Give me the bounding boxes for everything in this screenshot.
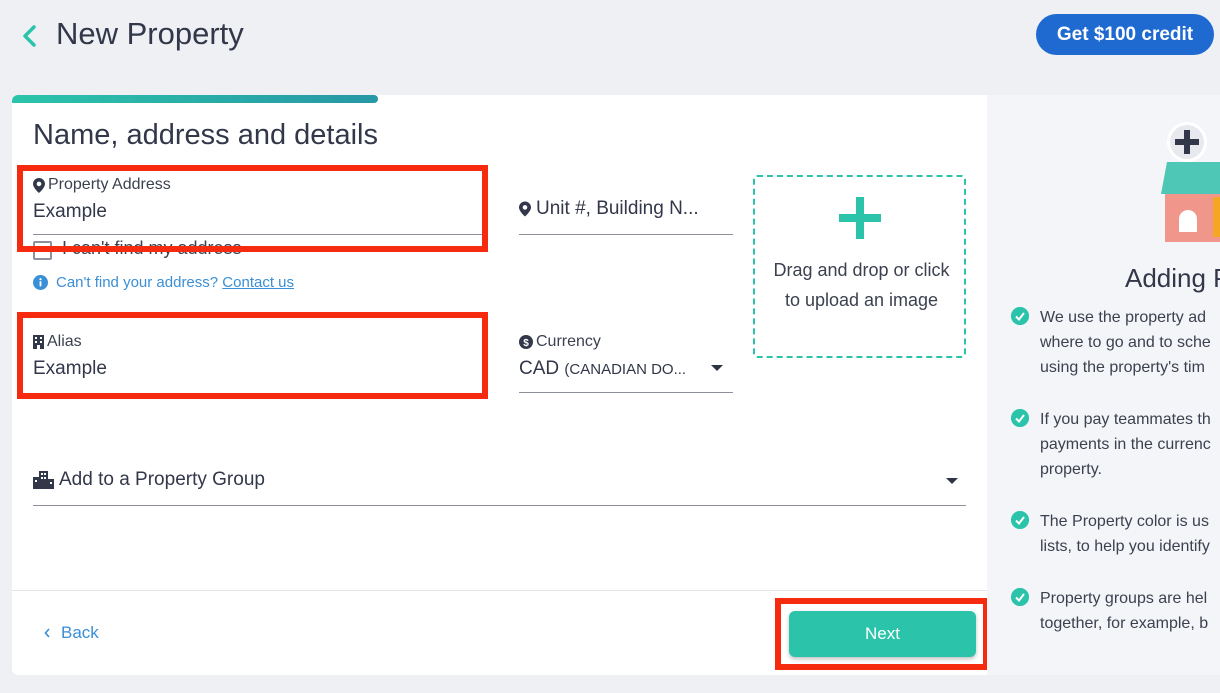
page-title: New Property	[56, 16, 244, 51]
currency-code: CAD	[519, 358, 560, 379]
property-group-caret-icon[interactable]	[946, 478, 958, 484]
highlight-next-button	[775, 598, 987, 670]
currency-select[interactable]: CAD (CANADIAN DO...	[519, 358, 686, 380]
tip-text: Property groups are hel together, for ex…	[1040, 590, 1209, 632]
highlight-property-address	[17, 165, 488, 252]
upload-instructions: Drag and drop or click to upload an imag…	[773, 260, 950, 310]
city-icon	[33, 471, 54, 489]
check-circle-icon	[1011, 307, 1029, 325]
currency-underline	[519, 392, 733, 393]
side-panel-title: Adding P	[1125, 263, 1220, 293]
plus-icon	[839, 197, 881, 239]
currency-label: $ Currency	[519, 333, 601, 351]
check-circle-icon	[1011, 511, 1029, 529]
help-text: Can't find your address? Contact us	[33, 274, 294, 291]
currency-dropdown-caret-icon[interactable]	[711, 365, 723, 371]
footer-divider	[12, 590, 987, 591]
unit-underline	[519, 234, 733, 235]
back-label: Back	[61, 623, 99, 642]
image-upload-dropzone[interactable]: Drag and drop or click to upload an imag…	[753, 175, 966, 358]
svg-text:$: $	[523, 338, 529, 349]
get-credit-button[interactable]: Get $100 credit	[1036, 14, 1214, 55]
tip-text: If you pay teammates th payments in the …	[1040, 411, 1211, 478]
back-button[interactable]: Back	[44, 623, 99, 643]
currency-name: (CANADIAN DO...	[564, 361, 687, 378]
help-question: Can't find your address?	[56, 274, 219, 291]
dollar-icon: $	[519, 335, 533, 349]
info-icon	[33, 275, 48, 290]
section-title: Name, address and details	[33, 119, 378, 151]
header: New Property Get $100 credit	[0, 0, 1220, 80]
chevron-left-icon	[44, 628, 50, 638]
unit-placeholder: Unit #, Building N...	[536, 198, 699, 219]
check-circle-icon	[1011, 409, 1029, 427]
check-circle-icon	[1011, 588, 1029, 606]
highlight-alias	[17, 312, 488, 399]
property-group-placeholder: Add to a Property Group	[59, 469, 265, 490]
property-group-underline	[33, 505, 966, 506]
tip-text: The Property color is us lists, to help …	[1040, 513, 1210, 555]
map-pin-icon	[519, 201, 531, 217]
chevron-left-icon[interactable]	[18, 22, 42, 50]
house-add-illustration	[1161, 122, 1220, 242]
unit-field[interactable]: Unit #, Building N...	[519, 198, 699, 220]
property-form-card: Name, address and details Property Addre…	[12, 95, 987, 675]
contact-us-link[interactable]: Contact us	[222, 274, 294, 291]
currency-label-text: Currency	[536, 333, 601, 350]
tip-text: We use the property ad where to go and t…	[1040, 309, 1211, 376]
progress-bar	[12, 95, 378, 103]
side-panel: Adding P We use the property ad where to…	[987, 95, 1220, 675]
property-group-select[interactable]: Add to a Property Group	[33, 469, 265, 491]
